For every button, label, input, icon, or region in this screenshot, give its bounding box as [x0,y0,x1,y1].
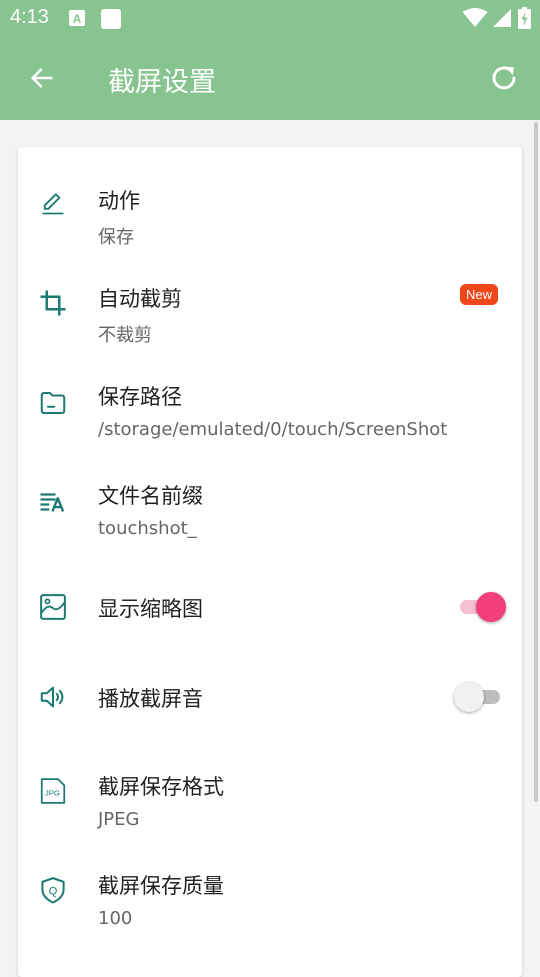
square-notification-icon [100,9,122,35]
refresh-icon [488,62,520,98]
refresh-button[interactable] [484,60,524,100]
pencil-icon [38,188,68,218]
text-format-icon [38,487,68,517]
setting-save-path[interactable]: 保存路径 /storage/emulated/0/touch/ScreenSho… [18,353,522,452]
setting-save-path-title: 保存路径 [98,385,182,409]
setting-save-quality-value: 100 [98,908,133,929]
setting-show-thumbnail-title: 显示缩略图 [98,597,203,621]
arrow-back-icon [28,64,56,96]
toggle-thumb [454,681,484,712]
setting-auto-crop-value: 不裁剪 [98,325,152,346]
setting-action[interactable]: 动作 保存 [18,153,522,252]
text-notification-icon: A [68,9,86,31]
toggle-thumb [476,591,506,622]
setting-action-value: 保存 [98,227,134,248]
setting-save-format-title: 截屏保存格式 [98,775,224,799]
setting-action-title: 动作 [98,189,140,213]
battery-charging-icon [518,7,531,33]
setting-play-sound-title: 播放截屏音 [98,687,203,711]
speaker-icon [38,682,68,712]
setting-auto-crop-title: 自动截剪 [98,287,182,311]
jpg-file-icon: JPG [38,776,68,806]
status-bar: 4:13 A [0,0,540,38]
setting-save-path-value: /storage/emulated/0/touch/ScreenShot [98,419,448,440]
new-badge: New [459,284,498,305]
thumbnail-toggle[interactable] [454,590,506,624]
scrollbar[interactable] [534,122,538,802]
settings-content: 动作 保存 自动截剪 不裁剪 New 保存路径 /storage/emulate… [0,120,540,977]
quality-shield-icon: Q [38,875,68,905]
setting-save-format[interactable]: JPG 截屏保存格式 JPEG [18,741,522,840]
setting-play-sound[interactable]: 播放截屏音 [18,647,522,746]
svg-text:JPG: JPG [45,788,60,797]
svg-text:A: A [73,12,82,26]
wifi-icon [462,8,488,32]
setting-auto-crop[interactable]: 自动截剪 不裁剪 New [18,253,522,352]
setting-show-thumbnail[interactable]: 显示缩略图 [18,557,522,656]
setting-save-quality-title: 截屏保存质量 [98,874,224,898]
page-title: 截屏设置 [108,67,216,98]
setting-filename-prefix[interactable]: 文件名前缀 touchshot_ [18,452,522,551]
setting-filename-prefix-title: 文件名前缀 [98,484,203,508]
status-time: 4:13 [10,6,49,28]
sound-toggle[interactable] [454,680,506,714]
setting-save-format-value: JPEG [98,809,140,830]
folder-icon [38,388,68,418]
image-icon [38,592,68,622]
svg-text:Q: Q [49,885,58,897]
app-bar: 截屏设置 [0,38,540,120]
setting-save-quality[interactable]: Q 截屏保存质量 100 [18,840,522,939]
crop-icon [38,288,68,318]
setting-filename-prefix-value: touchshot_ [98,518,197,539]
cell-signal-icon [492,8,512,32]
settings-card: 动作 保存 自动截剪 不裁剪 New 保存路径 /storage/emulate… [18,147,522,977]
back-button[interactable] [22,60,62,100]
